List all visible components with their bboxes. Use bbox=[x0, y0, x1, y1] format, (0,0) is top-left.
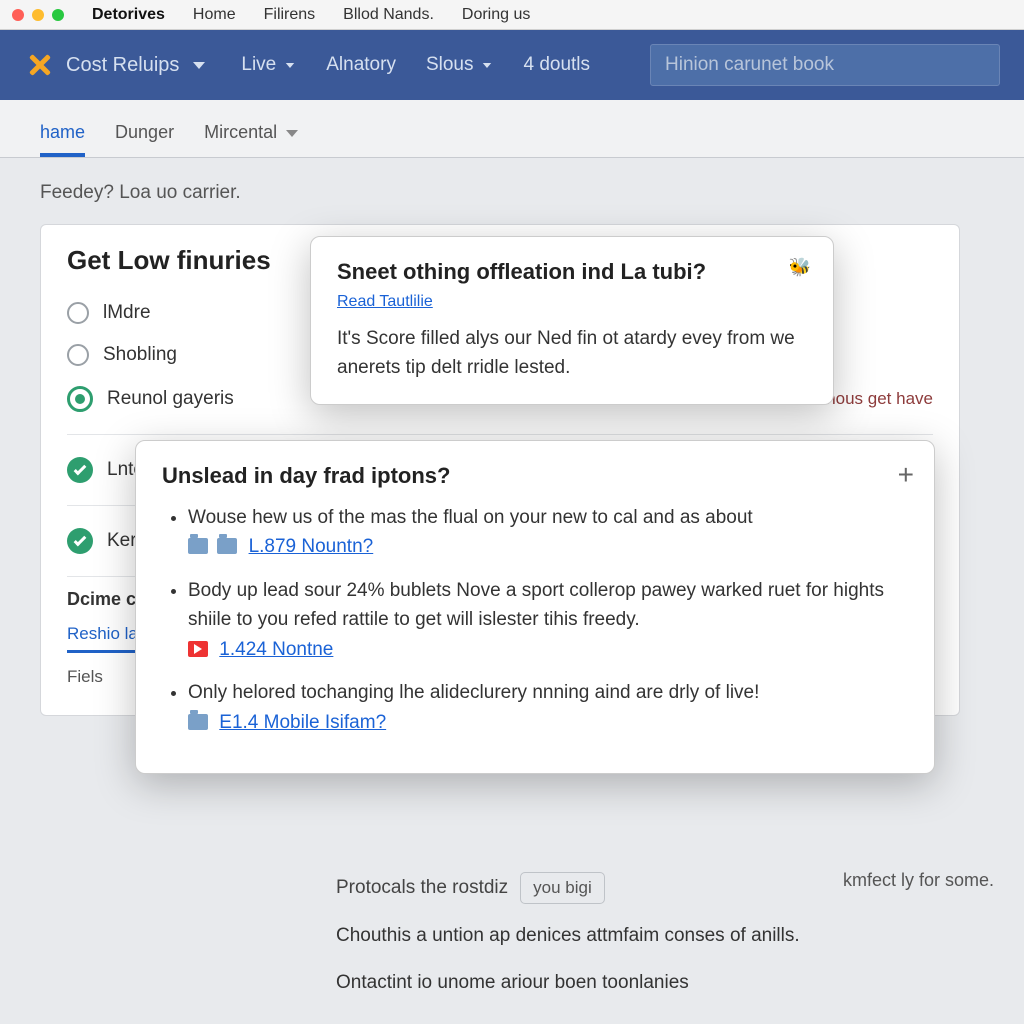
brand-x-icon bbox=[24, 49, 56, 81]
footer-button[interactable]: you bigi bbox=[520, 872, 605, 904]
popover-continuation: Protocals the rostdiz you bigi Chouthis … bbox=[336, 864, 836, 997]
folder-icon bbox=[217, 538, 237, 554]
minimize-window-icon[interactable] bbox=[32, 9, 44, 21]
option-meta: hous get have bbox=[826, 389, 933, 409]
radio-icon bbox=[67, 344, 89, 366]
chevron-down-icon bbox=[286, 63, 294, 68]
browser-tab[interactable]: Doring us bbox=[462, 6, 530, 24]
nav-link-live[interactable]: Live bbox=[241, 54, 296, 76]
window-titlebar: Detorives Home Filirens Bllod Nands. Dor… bbox=[0, 0, 1024, 30]
chevron-down-icon bbox=[286, 130, 298, 137]
list-item: Body up lead sour 24% bublets Nove a spo… bbox=[188, 576, 908, 664]
tail-text: Chouthis a untion ap denices attmfaim co… bbox=[336, 922, 836, 951]
radio-selected-icon bbox=[67, 386, 93, 412]
brand[interactable]: Cost Reluips bbox=[24, 49, 205, 81]
video-icon bbox=[188, 641, 208, 657]
info-popover: 🐝 Sneet othing offleation ind La tubi? R… bbox=[310, 236, 834, 405]
close-window-icon[interactable] bbox=[12, 9, 24, 21]
bullet-link[interactable]: 1.424 Nontne bbox=[219, 639, 333, 660]
option-label: Shobling bbox=[103, 344, 177, 366]
popover-title: Sneet othing offleation ind La tubi? bbox=[337, 259, 807, 285]
check-icon bbox=[67, 457, 93, 483]
tips-popover: + Unslead in day frad iptons? Wouse hew … bbox=[135, 440, 935, 774]
browser-tab[interactable]: Filirens bbox=[264, 6, 316, 24]
filter-tab[interactable]: Reshio lar bbox=[67, 624, 144, 653]
check-icon bbox=[67, 528, 93, 554]
folder-icon bbox=[188, 714, 208, 730]
chevron-down-icon bbox=[483, 63, 491, 68]
bullet-link[interactable]: L.879 Nountn? bbox=[249, 536, 374, 557]
bee-icon: 🐝 bbox=[789, 257, 811, 278]
tail-text: Ontactint io unome ariour boen toonlanie… bbox=[336, 969, 836, 998]
option-label: Reunol gayeris bbox=[107, 388, 234, 410]
brand-label: Cost Reluips bbox=[66, 54, 179, 77]
browser-tab[interactable]: Bllod Nands. bbox=[343, 6, 434, 24]
browser-tab[interactable]: Home bbox=[193, 6, 236, 24]
chevron-down-icon bbox=[193, 62, 205, 69]
traffic-lights bbox=[12, 9, 64, 21]
popover-title: Unslead in day frad iptons? bbox=[162, 463, 908, 489]
popover-body: It's Score filled alys our Ned fin ot at… bbox=[337, 325, 807, 382]
folder-icon bbox=[188, 538, 208, 554]
breadcrumb: Feedey? Loa uo carrier. bbox=[40, 182, 984, 204]
primary-nav: Cost Reluips Live Alnatory Slous 4 doutl… bbox=[0, 30, 1024, 100]
nav-link-doutls[interactable]: 4 doutls bbox=[523, 54, 590, 76]
nav-links: Live Alnatory Slous 4 doutls bbox=[241, 54, 590, 76]
nav-link-slous[interactable]: Slous bbox=[426, 54, 494, 76]
browser-tab[interactable]: Detorives bbox=[92, 6, 165, 24]
bullet-list: Wouse hew us of the mas the flual on you… bbox=[188, 503, 908, 737]
plus-icon[interactable]: + bbox=[898, 459, 914, 491]
search-input[interactable]: Hinion carunet book bbox=[650, 44, 1000, 86]
tab-hame[interactable]: hame bbox=[40, 122, 85, 157]
browser-tabs: Detorives Home Filirens Bllod Nands. Dor… bbox=[92, 6, 530, 24]
tab-mircental[interactable]: Mircental bbox=[204, 122, 298, 157]
footer-line: Protocals the rostdiz bbox=[336, 877, 508, 899]
list-item: Wouse hew us of the mas the flual on you… bbox=[188, 503, 908, 562]
tab-dunger[interactable]: Dunger bbox=[115, 122, 174, 157]
zoom-window-icon[interactable] bbox=[52, 9, 64, 21]
read-more-link[interactable]: Read Tautlilie bbox=[337, 293, 433, 310]
radio-icon bbox=[67, 302, 89, 324]
option-label: lMdre bbox=[103, 302, 151, 324]
search-placeholder: Hinion carunet book bbox=[665, 54, 834, 76]
list-item: Only helored tochanging lhe alideclurery… bbox=[188, 678, 908, 737]
nav-link-alnatory[interactable]: Alnatory bbox=[326, 54, 396, 76]
trailing-note: kmfect ly for some. bbox=[843, 870, 994, 891]
toggle-label: Fiels bbox=[67, 667, 103, 687]
secondary-tabs: hame Dunger Mircental bbox=[0, 100, 1024, 158]
bullet-link[interactable]: E1.4 Mobile Isifam? bbox=[219, 712, 386, 733]
